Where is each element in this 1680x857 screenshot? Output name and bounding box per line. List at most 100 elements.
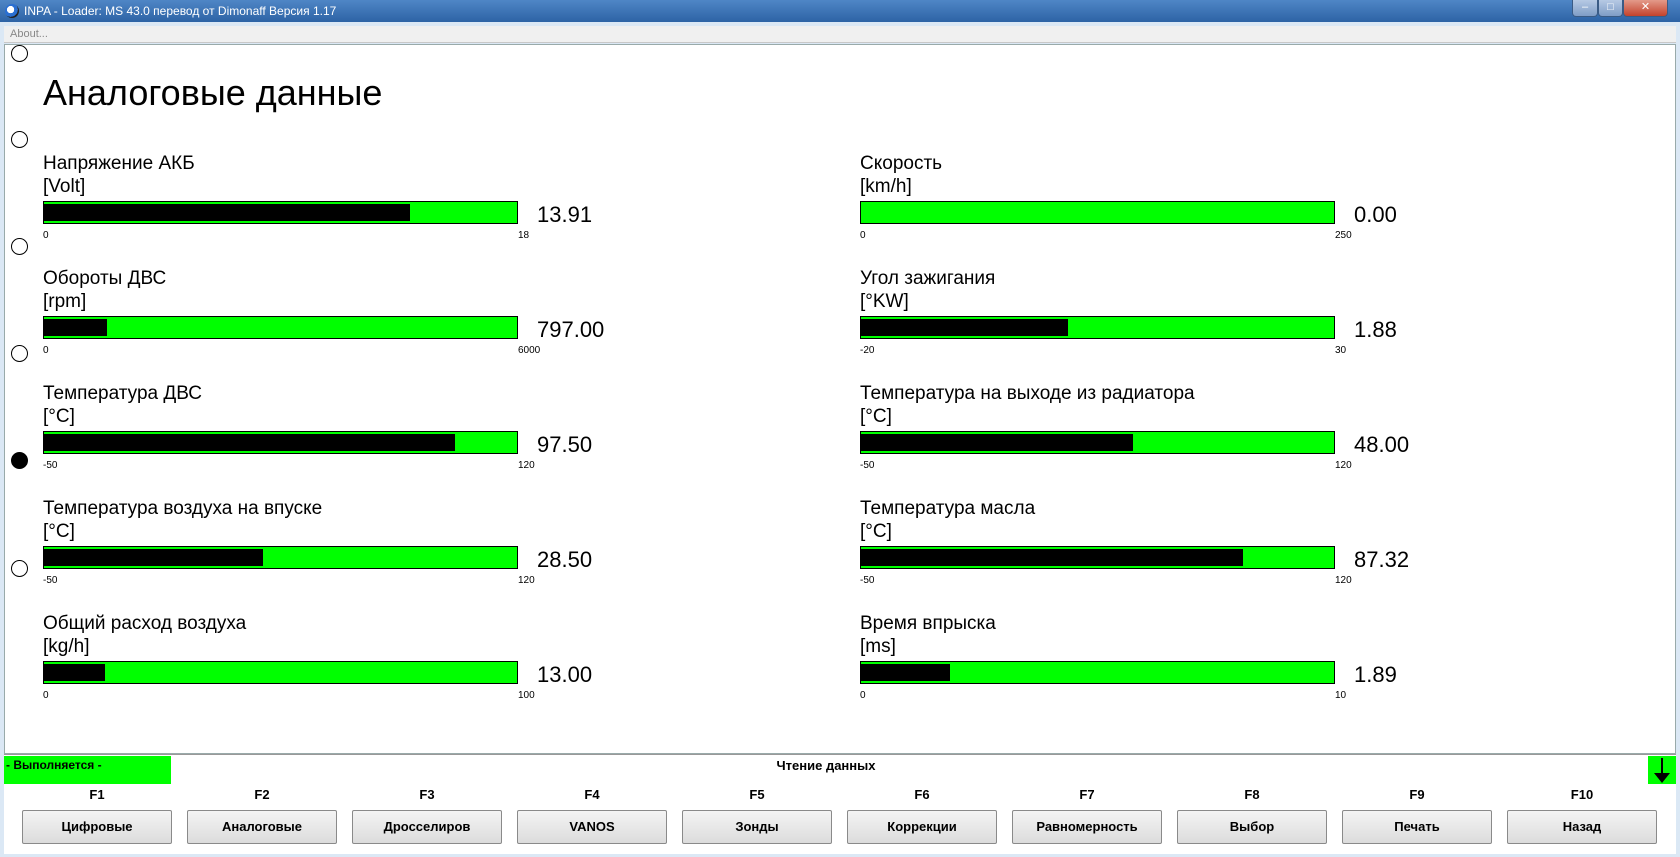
fkey-label: F7 (1079, 787, 1095, 802)
menu-bar: About... (4, 26, 1676, 43)
gauge-bar (860, 546, 1335, 569)
gauge-bar (860, 431, 1335, 454)
fkey-label: F1 (89, 787, 105, 802)
gauge-fill (861, 319, 1068, 336)
gauge-min: -50 (860, 575, 875, 586)
gauge: Температура воздуха на впуске [°C] 28.50 -5… (43, 498, 603, 608)
fkey-label: F4 (584, 787, 600, 802)
gauge: Температура масла [°C] 87.32 -50 120 (860, 498, 1420, 608)
gauge: Общий расход воздуха [kg/h] 13.00 0 100 (43, 613, 603, 723)
radio-option-1[interactable] (11, 45, 28, 62)
gauge-fill (44, 434, 455, 451)
gauge-fill (44, 664, 105, 681)
gauge-min: 0 (860, 230, 866, 241)
gauge-value: 13.00 (537, 662, 593, 687)
gauge-bar (43, 546, 518, 569)
gauge-bar (860, 316, 1335, 339)
gauge-fill (861, 664, 950, 681)
fkey-button[interactable]: Дросселиров (352, 810, 502, 844)
close-button[interactable]: ✕ (1623, 0, 1668, 17)
gauge-label: Температура на выходе из радиатора (860, 383, 1195, 404)
gauge-bar (860, 661, 1335, 684)
gauge-min: 0 (43, 690, 49, 701)
gauge-bar (43, 201, 518, 224)
gauge-unit: [°C] (860, 521, 892, 542)
fkey-label: F6 (914, 787, 930, 802)
gauge-unit: [Volt] (43, 176, 86, 197)
gauge: Время впрыска [ms] 1.89 0 10 (860, 613, 1420, 723)
gauge-max: 30 (1335, 345, 1347, 356)
fkey-button[interactable]: Печать (1342, 810, 1492, 844)
fkey-label: F8 (1244, 787, 1260, 802)
gauge: Угол зажигания [°KW] 1.88 -20 30 (860, 268, 1420, 378)
gauge-min: -50 (43, 460, 58, 471)
gauge-bar (43, 316, 518, 339)
fkey-button[interactable]: VANOS (517, 810, 667, 844)
gauge-unit: [°KW] (860, 291, 909, 312)
gauge-label: Угол зажигания (860, 268, 996, 289)
gauge-max: 120 (1335, 460, 1352, 471)
gauge-label: Обороты ДВС (43, 268, 167, 289)
radio-option-5[interactable] (11, 452, 28, 469)
gauge-value: 48.00 (1354, 432, 1410, 457)
gauge: Обороты ДВС [rpm] 797.00 0 6000 (43, 268, 605, 378)
gauge: Напряжение АКБ [Volt] 13.91 0 18 (43, 153, 603, 263)
gauge-max: 10 (1335, 690, 1347, 701)
status-reading: Чтение данных (776, 758, 876, 773)
gauge-value: 87.32 (1354, 547, 1410, 572)
gauge-min: 0 (43, 345, 49, 356)
gauge-max: 120 (518, 575, 535, 586)
gauge-value: 13.91 (537, 202, 593, 227)
gauge-max: 120 (1335, 575, 1352, 586)
main-panel: Аналоговые данные Напряжение АКБ [Volt] 13… (4, 44, 1676, 754)
fkey-button[interactable]: Аналоговые (187, 810, 337, 844)
gauge-fill (861, 434, 1133, 451)
gauge-label: Общий расход воздуха (43, 613, 247, 634)
fkey-button[interactable]: Цифровые (22, 810, 172, 844)
fkey-button[interactable]: Выбор (1177, 810, 1327, 844)
minimize-button[interactable]: – (1572, 0, 1598, 17)
menu-about[interactable]: About... (10, 28, 48, 40)
gauge-min: 0 (43, 230, 49, 241)
radio-option-4[interactable] (11, 345, 28, 362)
radio-option-2[interactable] (11, 131, 28, 148)
gauge-label: Температура воздуха на впуске (43, 498, 323, 519)
fkey-label: F3 (419, 787, 435, 802)
gauge-fill (861, 549, 1243, 566)
gauge-value: 28.50 (537, 547, 593, 572)
gauge-unit: [ms] (860, 636, 896, 657)
gauge-value: 1.89 (1354, 662, 1397, 687)
gauge-unit: [°C] (860, 406, 892, 427)
gauge-fill (44, 549, 263, 566)
radio-option-6[interactable] (11, 560, 28, 577)
fkey-label: F5 (749, 787, 765, 802)
fkey-button[interactable]: Назад (1507, 810, 1657, 844)
page-title: Аналоговые данные (43, 72, 383, 113)
fkey-label: F10 (1570, 787, 1594, 802)
gauge-fill (44, 204, 410, 221)
fkey-button[interactable]: Коррекции (847, 810, 997, 844)
gauge-fill (44, 319, 107, 336)
fkey-button[interactable]: Равномерность (1012, 810, 1162, 844)
fkey-label: F2 (254, 787, 270, 802)
bmw-logo-icon (5, 4, 19, 18)
gauge-unit: [°C] (43, 406, 75, 427)
gauge-min: -20 (860, 345, 875, 356)
gauge-max: 6000 (518, 345, 541, 356)
status-running: - Выполняется - (4, 756, 171, 785)
gauge-value: 797.00 (537, 317, 605, 342)
radio-option-3[interactable] (11, 238, 28, 255)
gauge-min: -50 (860, 460, 875, 471)
title-bar: INPA - Loader: MS 43.0 перевод от Dimona… (0, 0, 1680, 22)
status-bar: - Выполняется - Чтение данных (4, 754, 1676, 785)
gauge-max: 100 (518, 690, 535, 701)
gauge-bar (860, 201, 1335, 224)
gauge-unit: [°C] (43, 521, 75, 542)
function-key-bar: F1 Цифровые F2 Аналоговые F3 Дросселиров F4 VAN… (4, 784, 1676, 854)
gauge: Температура на выходе из радиатора [°C] 48… (860, 383, 1420, 493)
maximize-button[interactable]: □ (1598, 0, 1623, 17)
gauge: Температура ДВС [°C] 97.50 -50 120 (43, 383, 603, 493)
gauge: Скорость [km/h] 0.00 0 250 (860, 153, 1420, 263)
arrow-down-icon (1648, 756, 1676, 785)
fkey-button[interactable]: Зонды (682, 810, 832, 844)
